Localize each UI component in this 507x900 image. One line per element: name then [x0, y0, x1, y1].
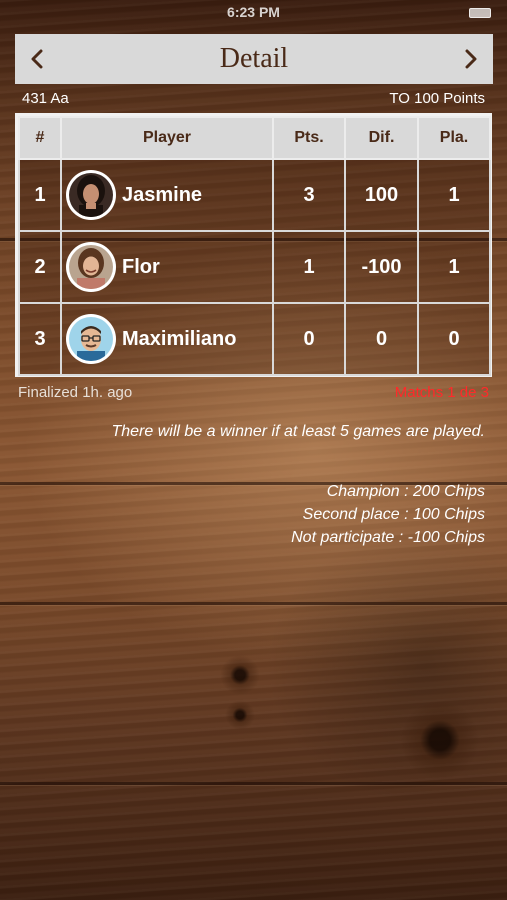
player-name: Maximiliano: [122, 327, 237, 350]
player-cell: Maximiliano: [60, 302, 274, 376]
next-button[interactable]: [449, 34, 493, 84]
column-header-player: Player: [60, 116, 274, 160]
rank-cell: 1: [18, 158, 62, 232]
prize-second-place: Second place : 100 Chips: [302, 506, 485, 523]
column-header-difference: Dif.: [344, 116, 419, 160]
player-cell: Flor: [60, 230, 274, 304]
table-header-row: # Player Pts. Dif. Pla.: [18, 116, 491, 160]
prize-not-participate: Not participate : -100 Chips: [291, 529, 485, 546]
wood-knot: [400, 700, 480, 780]
chevron-right-icon: [465, 49, 477, 69]
column-header-points: Pts.: [272, 116, 346, 160]
placed-cell: 1: [417, 158, 491, 232]
placed-cell: 1: [417, 230, 491, 304]
player-name: Jasmine: [122, 183, 203, 206]
player-name: Flor: [122, 255, 160, 278]
player-cell: Jasmine: [60, 158, 274, 232]
wood-plank-seam: [0, 602, 507, 605]
header-bar: Detail: [15, 34, 493, 84]
avatar: [66, 314, 116, 364]
photo-avatar-woman-smiling-icon: [69, 245, 113, 289]
points-cell: 0: [272, 302, 346, 376]
prize-champion: Champion : 200 Chips: [326, 483, 485, 500]
rank-cell: 3: [18, 302, 62, 376]
status-time: 6:23 PM: [227, 4, 280, 20]
page-title: Detail: [219, 43, 289, 74]
avatar: [66, 170, 116, 220]
difference-cell: -100: [344, 230, 419, 304]
photo-avatar-woman-dark-hair-icon: [69, 173, 113, 217]
target-points-label: TO 100 Points: [389, 90, 485, 107]
matches-counter: Matchs 1 de 3: [394, 384, 489, 401]
placed-cell: 0: [417, 302, 491, 376]
table-row[interactable]: 3 Maximiliano 0 0 0: [18, 302, 491, 376]
rank-cell: 2: [18, 230, 62, 304]
results-table: # Player Pts. Dif. Pla. 1 Jasmine 3 100 …: [15, 113, 492, 377]
battery-icon: [469, 8, 491, 18]
winner-note: There will be a winner if at least 5 gam…: [111, 423, 485, 440]
game-label: 431 Aa: [22, 90, 69, 107]
difference-cell: 0: [344, 302, 419, 376]
difference-cell: 100: [344, 158, 419, 232]
finalized-label: Finalized 1h. ago: [18, 384, 133, 401]
wood-plank-seam: [0, 782, 507, 785]
wood-knot: [225, 700, 255, 730]
column-header-rank: #: [18, 116, 62, 160]
avatar: [66, 242, 116, 292]
table-row[interactable]: 2 Flor 1 -100 1: [18, 230, 491, 304]
column-header-placed: Pla.: [417, 116, 491, 160]
wood-knot: [220, 655, 260, 695]
points-cell: 1: [272, 230, 346, 304]
table-row[interactable]: 1 Jasmine 3 100 1: [18, 158, 491, 232]
cartoon-avatar-man-glasses-icon: [69, 317, 113, 361]
points-cell: 3: [272, 158, 346, 232]
